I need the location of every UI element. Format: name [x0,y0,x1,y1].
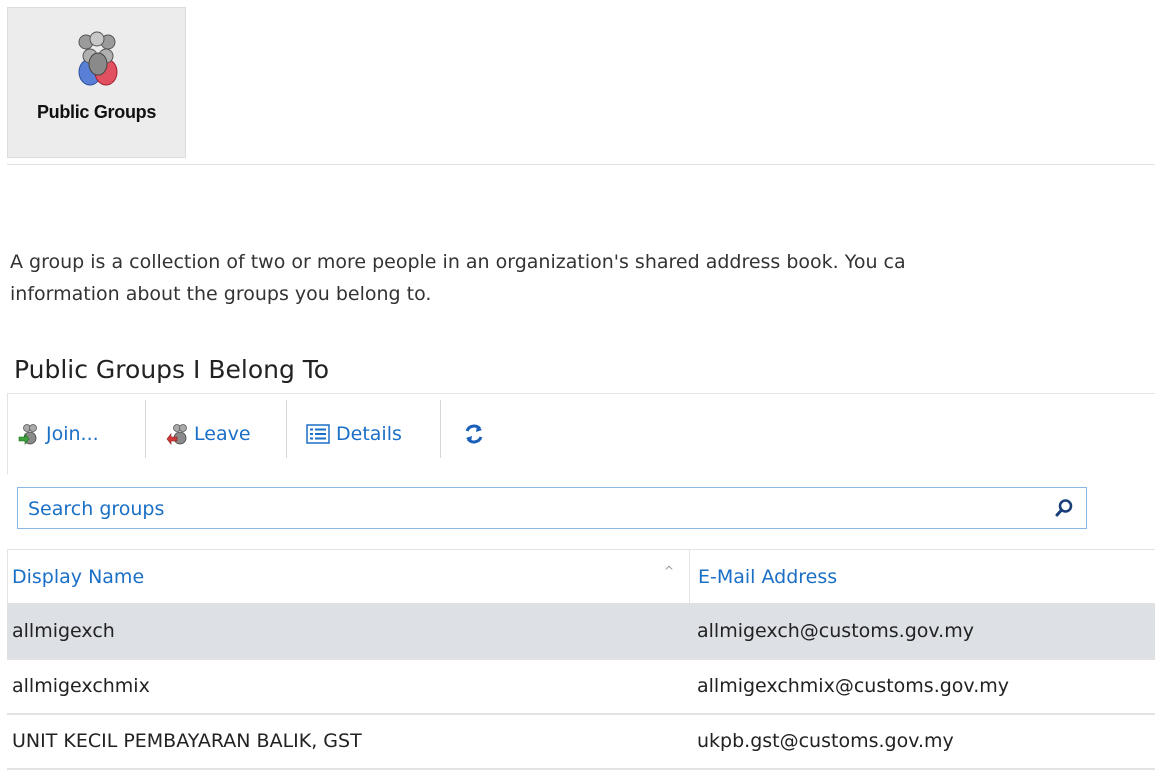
join-group-icon [18,424,37,445]
sort-ascending-icon: ^ [664,564,675,578]
table-row[interactable]: UNIT KECIL PEMBAYARAN BALIK, GST ukpb.gs… [7,715,1155,770]
join-label: Join... [46,423,99,445]
cell-email: ukpb.gst@customs.gov.my [697,730,954,752]
toolbar-separator [286,400,287,458]
public-groups-tile[interactable]: Public Groups [7,7,186,158]
groups-table: Display Name ^ E-Mail Address allmigexch… [7,549,1155,770]
details-label: Details [336,423,402,445]
details-list-icon [306,424,330,444]
cell-email: allmigexchmix@customs.gov.my [697,675,1009,697]
cell-display-name: allmigexch [12,620,115,642]
toolbar-separator [440,400,441,458]
search-box [17,487,1087,529]
toolbar: Join... Leave Details [7,393,1155,474]
leave-label: Leave [194,423,251,445]
cell-display-name: UNIT KECIL PEMBAYARAN BALIK, GST [12,730,362,752]
search-input[interactable] [26,494,1030,524]
description-line-1: A group is a collection of two or more p… [10,251,906,273]
details-button[interactable]: Details [306,416,402,452]
refresh-icon [465,424,483,444]
toolbar-separator [145,400,146,458]
leave-button[interactable]: Leave [166,416,251,452]
join-button[interactable]: Join... [18,416,99,452]
section-title: Public Groups I Belong To [14,355,330,384]
search-icon[interactable] [1054,498,1074,518]
table-row[interactable]: allmigexchmix allmigexchmix@customs.gov.… [7,660,1155,715]
cell-email: allmigexch@customs.gov.my [697,620,974,642]
group-people-icon [78,31,118,86]
description-line-2: information about the groups you belong … [10,283,432,305]
column-divider[interactable] [689,550,690,603]
cell-display-name: allmigexchmix [12,675,150,697]
table-header: Display Name ^ E-Mail Address [7,549,1155,605]
description-text: A group is a collection of two or more p… [10,246,1155,310]
tile-label: Public Groups [36,102,157,122]
table-row[interactable]: allmigexch allmigexch@customs.gov.my [7,605,1155,660]
column-header-email[interactable]: E-Mail Address [698,566,837,588]
leave-group-icon [166,424,187,445]
column-header-display-name[interactable]: Display Name [12,566,144,588]
header-divider [7,164,1155,165]
refresh-button[interactable] [463,416,491,452]
